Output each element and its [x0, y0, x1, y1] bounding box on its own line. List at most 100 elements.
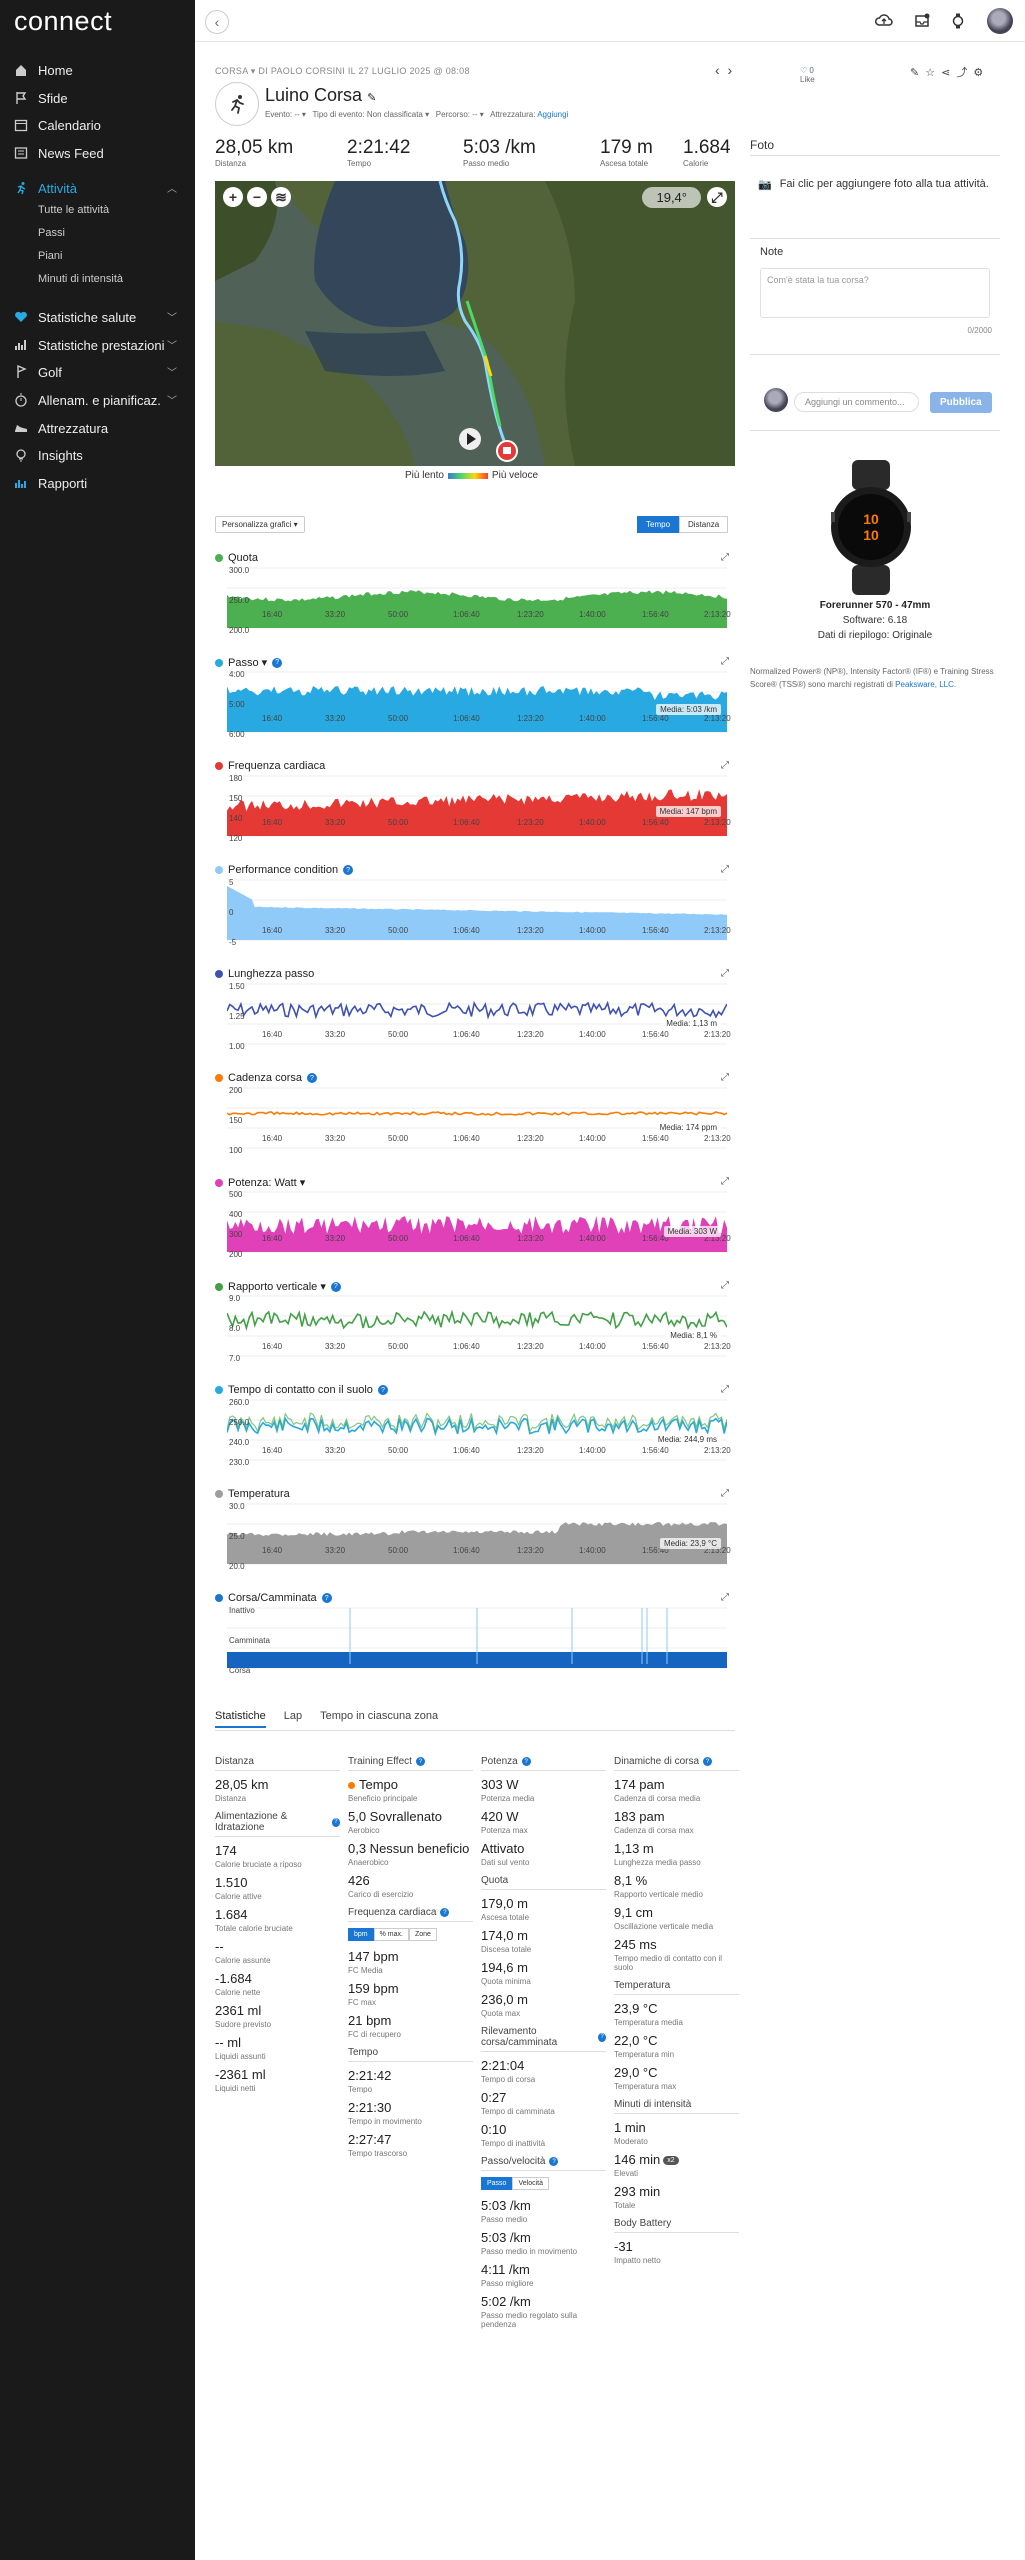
share-icon[interactable]: ⋖ — [941, 67, 956, 79]
unit-option[interactable]: bpm — [348, 1928, 374, 1941]
sidebar-subitem[interactable]: Tutte le attività — [38, 204, 109, 216]
info-icon[interactable]: ? — [321, 1593, 332, 1603]
expand-chart-icon[interactable]: ⤢ — [721, 968, 729, 979]
unit-option[interactable]: Velocità — [512, 2177, 549, 2190]
info-icon[interactable]: ? — [330, 1281, 341, 1292]
sidebar-item-sfide[interactable]: Sfide — [0, 85, 195, 111]
sidebar-item-attrezzatura[interactable]: Attrezzatura — [0, 415, 195, 441]
chevron-down-icon[interactable]: ﹀ — [167, 309, 177, 324]
star-icon[interactable]: ☆ — [925, 67, 941, 79]
info-icon[interactable]: ? — [703, 1757, 713, 1766]
route-map[interactable]: + − ≋ 19,4° ⤢ — [215, 181, 735, 466]
sidebar-item-insights[interactable]: Insights — [0, 442, 195, 468]
unit-option[interactable]: % max. — [373, 1928, 409, 1941]
edit-icon[interactable]: ✎ — [910, 67, 925, 79]
chart-title[interactable]: Temperatura — [215, 1488, 290, 1500]
distance-toggle[interactable]: Distanza — [679, 516, 729, 533]
back-button[interactable]: ‹ — [205, 10, 229, 34]
sidebar-item-home[interactable]: Home — [0, 57, 195, 83]
watch-icon[interactable] — [949, 12, 967, 30]
sidebar-item-statistiche-prestazioni[interactable]: Statistiche prestazioni ﹀ — [0, 332, 195, 358]
info-icon[interactable]: ? — [521, 1757, 531, 1766]
event-type-select[interactable]: Tipo di evento: Non classificata ▾ — [312, 110, 429, 119]
sidebar-subitem[interactable]: Passi — [38, 227, 65, 239]
tab-lap[interactable]: Lap — [284, 1710, 302, 1728]
chart-plot[interactable] — [227, 1188, 727, 1256]
expand-chart-icon[interactable]: ⤢ — [721, 1592, 729, 1603]
expand-chart-icon[interactable]: ⤢ — [721, 1488, 729, 1499]
info-icon[interactable]: ? — [307, 1073, 317, 1083]
like-button[interactable]: ♡ 0 Like — [800, 66, 815, 84]
expand-chart-icon[interactable]: ⤢ — [721, 1176, 729, 1187]
chart-plot[interactable] — [227, 564, 727, 632]
chart-title[interactable]: Corsa/Camminata? — [215, 1592, 332, 1604]
expand-chart-icon[interactable]: ⤢ — [721, 552, 729, 563]
chart-title[interactable]: Performance condition? — [215, 864, 354, 876]
event-select[interactable]: Evento: -- ▾ — [265, 110, 306, 119]
zoom-in-button[interactable]: + — [223, 187, 243, 207]
comment-input[interactable]: Aggiungi un commento... — [794, 392, 919, 412]
expand-chart-icon[interactable]: ⤢ — [721, 1384, 729, 1395]
unit-option[interactable]: Zone — [408, 1928, 437, 1941]
settings-icon[interactable]: ⚙ — [973, 67, 989, 79]
info-icon[interactable]: ? — [377, 1385, 388, 1395]
upload-icon[interactable] — [875, 12, 893, 30]
sidebar-item-news-feed[interactable]: News Feed — [0, 140, 195, 166]
info-icon[interactable]: ? — [440, 1908, 450, 1917]
info-icon[interactable]: ? — [343, 865, 354, 875]
chart-title[interactable]: Frequenza cardiaca — [215, 760, 325, 772]
sidebar-subitem[interactable]: Piani — [38, 250, 62, 262]
chart-plot[interactable] — [227, 668, 727, 736]
chart-title[interactable]: Cadenza corsa? — [215, 1072, 317, 1084]
chart-plot[interactable] — [227, 1604, 727, 1672]
expand-chart-icon[interactable]: ⤢ — [721, 1280, 729, 1291]
chevron-down-icon[interactable]: ﹀ — [167, 364, 177, 379]
nav-arrows[interactable]: ‹ › — [715, 62, 732, 78]
sidebar-item-statistiche-salute[interactable]: Statistiche salute ﹀ — [0, 304, 195, 330]
customize-charts-dropdown[interactable]: Personalizza grafici ▾ — [215, 516, 305, 533]
expand-chart-icon[interactable]: ⤢ — [721, 656, 729, 667]
sidebar-subitem[interactable]: Minuti di intensità — [38, 273, 123, 285]
garmin-connect-logo[interactable]: connect — [14, 6, 112, 37]
sidebar-item-rapporti[interactable]: Rapporti — [0, 470, 195, 496]
fullscreen-button[interactable]: ⤢ — [707, 187, 727, 207]
chevron-down-icon[interactable]: ﹀ — [167, 337, 177, 352]
course-select[interactable]: Percorso: -- ▾ — [436, 110, 484, 119]
info-icon[interactable]: ? — [331, 1817, 340, 1827]
map-angle-control[interactable]: 19,4° — [642, 187, 701, 208]
info-icon[interactable]: ? — [549, 2157, 559, 2166]
sidebar-item-attività[interactable]: Attività ︿ — [0, 175, 195, 201]
info-icon[interactable]: ? — [598, 2032, 606, 2042]
inbox-icon[interactable] — [913, 12, 931, 30]
time-toggle[interactable]: Tempo — [637, 516, 680, 533]
unit-option[interactable]: Passo — [481, 2177, 513, 2190]
peaksware-link[interactable]: Peaksware, LLC. — [895, 680, 956, 689]
chart-title[interactable]: Tempo di contatto con il suolo? — [215, 1384, 388, 1396]
chart-title[interactable]: Lunghezza passo — [215, 968, 314, 980]
chart-plot[interactable] — [227, 1500, 727, 1568]
tab-tempo-zona[interactable]: Tempo in ciascuna zona — [320, 1710, 438, 1728]
user-avatar[interactable] — [987, 8, 1013, 34]
add-photo-area[interactable]: 📷 Fai clic per aggiungere foto alla tua a… — [758, 178, 998, 191]
activity-title[interactable]: Luino Corsa ✎ — [265, 85, 376, 106]
sidebar-item-allenam-e-pianificaz-[interactable]: Allenam. e pianificaz. ﹀ — [0, 387, 195, 413]
export-icon[interactable]: ⤴ — [956, 67, 973, 79]
device-name[interactable]: Forerunner 570 - 47mm — [750, 600, 1000, 611]
edit-pencil-icon[interactable]: ✎ — [367, 92, 376, 104]
sidebar-item-golf[interactable]: Golf ﹀ — [0, 359, 195, 385]
chevron-down-icon[interactable]: ﹀ — [167, 392, 177, 407]
chart-plot[interactable] — [227, 772, 727, 840]
expand-chart-icon[interactable]: ⤢ — [721, 1072, 729, 1083]
info-icon[interactable]: ? — [415, 1757, 425, 1766]
tab-statistiche[interactable]: Statistiche — [215, 1710, 266, 1728]
chevron-up-icon[interactable]: ︿ — [167, 180, 177, 195]
info-icon[interactable]: ? — [272, 657, 283, 668]
note-textarea[interactable]: Com'è stata la tua corsa? — [760, 268, 990, 318]
expand-chart-icon[interactable]: ⤢ — [721, 760, 729, 771]
zoom-out-button[interactable]: − — [247, 187, 267, 207]
layers-button[interactable]: ≋ — [271, 187, 291, 207]
publish-button[interactable]: Pubblica — [930, 392, 992, 413]
chart-title[interactable]: Quota — [215, 552, 258, 564]
expand-chart-icon[interactable]: ⤢ — [721, 864, 729, 875]
sidebar-item-calendario[interactable]: Calendario — [0, 112, 195, 138]
